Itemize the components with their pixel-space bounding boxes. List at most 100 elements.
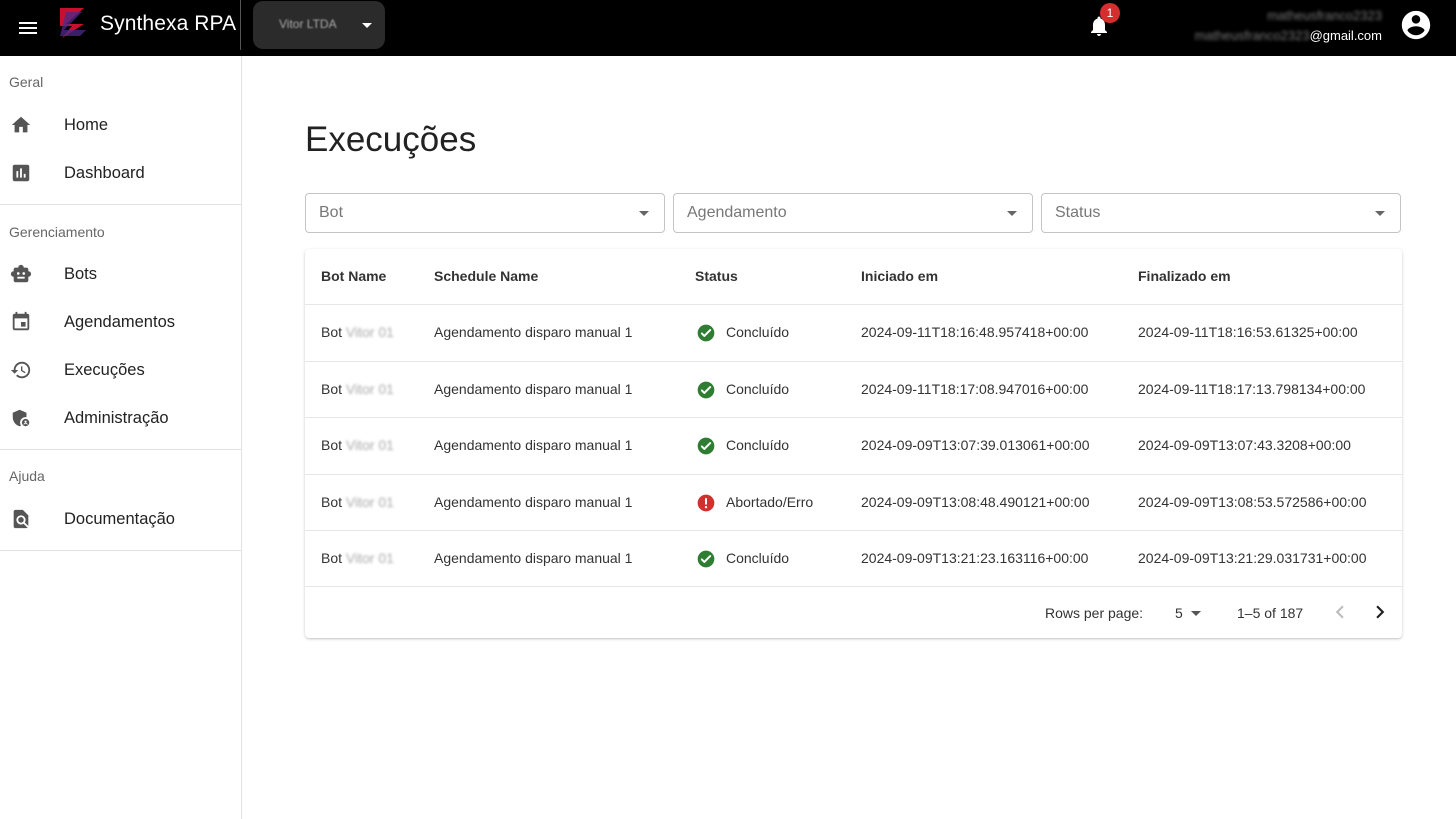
section-title-ajuda: Ajuda [9, 468, 45, 484]
calendar-icon [12, 311, 30, 331]
sidebar-item-label: Bots [64, 264, 98, 283]
page-title: Execuções [305, 120, 477, 159]
cell-status: Concluído [726, 380, 790, 397]
history-icon [10, 361, 31, 379]
column-header-finalizado-em[interactable]: Finalizado em [1138, 268, 1231, 284]
sidebar-item-label: Documentação [64, 509, 175, 528]
top-app-bar: Synthexa RPA Vitor LTDA 1 matheusfranco2… [0, 0, 1456, 56]
cell-status: Concluído [726, 550, 790, 566]
sidebar-item-label: Execuções [64, 360, 145, 379]
cell-bot-name: Bot Vitor 01 [321, 381, 394, 397]
chevron-down-icon [639, 211, 649, 216]
cell-status: Concluído [726, 437, 790, 453]
filter-label: Status [1055, 204, 1101, 221]
bot-name-blurred: Vitor 01 [345, 380, 394, 397]
column-header-bot-name[interactable]: Bot Name [321, 268, 386, 284]
cell-bot-name: Bot Vitor 01 [321, 494, 394, 510]
cell-finished-at: 2024-09-11T18:17:13.798134+00:00 [1138, 380, 1366, 397]
app-logo [60, 8, 86, 38]
filter-label: Bot [319, 204, 344, 221]
user-email: matheusfranco2323 matheusfranco2323@gmai… [1195, 6, 1382, 46]
check-circle-icon [696, 323, 716, 343]
cell-schedule-name: Agendamento disparo manual 1 [434, 437, 633, 453]
bot-name-blurred: Vitor 01 [345, 324, 394, 340]
cell-schedule-name: Agendamento disparo manual 1 [434, 493, 633, 510]
cell-started-at: 2024-09-09T13:07:39.013061+00:00 [861, 437, 1090, 453]
sidebar-divider [0, 449, 241, 450]
executions-table: Bot Name Schedule Name Status Iniciado e… [305, 249, 1402, 638]
status-filter-select[interactable]: Status [1041, 193, 1401, 233]
sidebar-item-label: Home [64, 115, 109, 134]
company-name: Vitor LTDA [279, 17, 337, 31]
previous-page-button[interactable] [1327, 599, 1353, 625]
section-title-geral: Geral [9, 74, 44, 90]
cell-bot-name: Bot Vitor 01 [321, 437, 394, 453]
bot-name-prefix: Bot [321, 437, 343, 453]
bot-name-prefix: Bot [321, 380, 343, 397]
table-row[interactable]: Bot Vitor 01 Agendamento disparo manual 1… [305, 304, 1402, 360]
user-email-local: matheusfranco2323 [1194, 28, 1310, 43]
sidebar-item-agendamentos[interactable]: Agendamentos [0, 300, 241, 344]
chevron-down-icon [1375, 211, 1385, 216]
home-icon [11, 116, 31, 133]
sidebar-item-administracao[interactable]: Administração [0, 396, 241, 440]
admin-shield-icon [12, 409, 30, 427]
rows-per-page-label: Rows per page: [1045, 605, 1144, 621]
cell-status: Abortado/Erro [726, 493, 814, 510]
chevron-down-icon [1191, 611, 1201, 616]
column-header-status[interactable]: Status [695, 268, 738, 284]
cell-started-at: 2024-09-11T18:17:08.947016+00:00 [861, 380, 1089, 397]
column-header-schedule-name[interactable]: Schedule Name [434, 268, 538, 284]
account-circle-icon[interactable] [1399, 8, 1433, 42]
next-page-button[interactable] [1367, 599, 1393, 625]
check-circle-icon [696, 380, 716, 400]
table-row[interactable]: Bot Vitor 01 Agendamento disparo manual 1… [305, 530, 1402, 586]
robot-icon [10, 264, 32, 283]
column-header-iniciado-em[interactable]: Iniciado em [861, 268, 938, 284]
agendamento-filter-select[interactable]: Agendamento [673, 193, 1033, 233]
cell-started-at: 2024-09-09T13:08:48.490121+00:00 [861, 493, 1090, 510]
bot-name-prefix: Bot [321, 324, 343, 340]
sidebar-item-bots[interactable]: Bots [0, 252, 241, 296]
sidebar-item-label: Dashboard [64, 163, 145, 182]
table-row[interactable]: Bot Vitor 01 Agendamento disparo manual 1… [305, 417, 1402, 473]
company-select[interactable]: Vitor LTDA [253, 1, 385, 49]
filter-label: Agendamento [687, 204, 787, 221]
bot-name-prefix: Bot [321, 493, 343, 510]
header-divider [240, 0, 241, 50]
sidebar-divider [0, 550, 241, 551]
error-icon [696, 493, 716, 513]
cell-finished-at: 2024-09-09T13:21:29.031731+00:00 [1138, 550, 1367, 566]
cell-finished-at: 2024-09-11T18:16:53.61325+00:00 [1138, 324, 1358, 340]
cell-finished-at: 2024-09-09T13:07:43.3208+00:00 [1138, 437, 1351, 453]
sidebar-divider [0, 204, 241, 205]
bot-filter-select[interactable]: Bot [305, 193, 665, 233]
doc-search-icon [13, 509, 29, 529]
table-footer-divider [305, 586, 1402, 587]
hamburger-menu-icon[interactable] [16, 16, 40, 40]
bot-name-blurred: Vitor 01 [345, 437, 394, 453]
cell-schedule-name: Agendamento disparo manual 1 [434, 380, 633, 397]
user-name: matheusfranco2323 [1267, 8, 1382, 23]
table-row[interactable]: Bot Vitor 01 Agendamento disparo manual 1… [305, 473, 1402, 530]
cell-bot-name: Bot Vitor 01 [321, 324, 394, 340]
cell-bot-name: Bot Vitor 01 [321, 550, 394, 566]
sidebar-item-dashboard[interactable]: Dashboard [0, 151, 241, 195]
section-title-gerenciamento: Gerenciamento [9, 224, 105, 240]
check-circle-icon [696, 549, 716, 569]
app-title: Synthexa RPA [100, 12, 237, 35]
sidebar-item-execucoes[interactable]: Execuções [0, 348, 241, 392]
rows-per-page-select[interactable]: 5 [1171, 601, 1205, 625]
bot-name-prefix: Bot [321, 550, 343, 566]
sidebar: Geral Home Dashboard Gerenciamento Bots … [0, 56, 242, 819]
sidebar-item-documentacao[interactable]: Documentação [0, 497, 241, 541]
cell-finished-at: 2024-09-09T13:08:53.572586+00:00 [1138, 493, 1367, 510]
cell-started-at: 2024-09-09T13:21:23.163116+00:00 [861, 550, 1089, 566]
bar-chart-icon [12, 164, 30, 182]
bot-name-blurred: Vitor 01 [345, 493, 394, 510]
table-row[interactable]: Bot Vitor 01 Agendamento disparo manual 1… [305, 360, 1402, 417]
pagination-range: 1–5 of 187 [1237, 605, 1304, 621]
cell-started-at: 2024-09-11T18:16:48.957418+00:00 [861, 324, 1089, 340]
sidebar-item-home[interactable]: Home [0, 103, 241, 147]
notification-badge: 1 [1100, 3, 1120, 23]
